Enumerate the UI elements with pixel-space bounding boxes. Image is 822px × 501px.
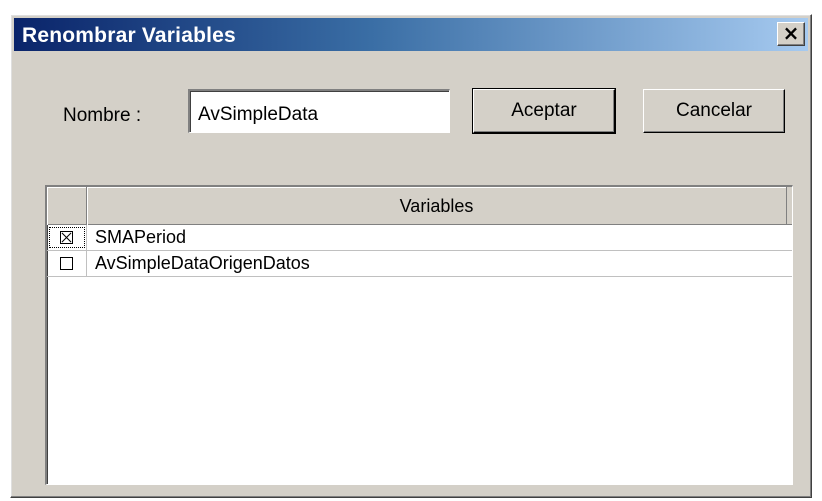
row-checkbox-cell[interactable]: [47, 251, 87, 276]
rename-variables-dialog: Renombrar Variables × Nombre : Aceptar C…: [10, 14, 812, 498]
aceptar-button[interactable]: Aceptar: [472, 88, 616, 134]
variables-column-header[interactable]: Variables: [87, 187, 787, 225]
unchecked-checkbox-icon[interactable]: [60, 257, 73, 270]
close-icon: ×: [782, 21, 800, 45]
cancelar-button[interactable]: Cancelar: [643, 89, 785, 133]
row-checkbox-cell[interactable]: [47, 225, 87, 250]
variables-grid[interactable]: Variables SMAPeriod AvSimpleDataOrigenDa…: [45, 185, 793, 485]
title-bar[interactable]: Renombrar Variables ×: [14, 18, 808, 51]
table-row[interactable]: SMAPeriod: [47, 225, 792, 251]
nombre-input[interactable]: [188, 89, 450, 133]
checkbox-column-header[interactable]: [47, 187, 87, 225]
table-row[interactable]: AvSimpleDataOrigenDatos: [47, 251, 792, 277]
dialog-title: Renombrar Variables: [22, 24, 236, 47]
variable-name: SMAPeriod: [95, 227, 187, 247]
checked-checkbox-icon[interactable]: [60, 231, 73, 244]
close-button[interactable]: ×: [777, 22, 805, 46]
grid-header: Variables: [47, 187, 792, 225]
nombre-label: Nombre :: [63, 105, 142, 126]
variable-name: AvSimpleDataOrigenDatos: [95, 253, 310, 273]
